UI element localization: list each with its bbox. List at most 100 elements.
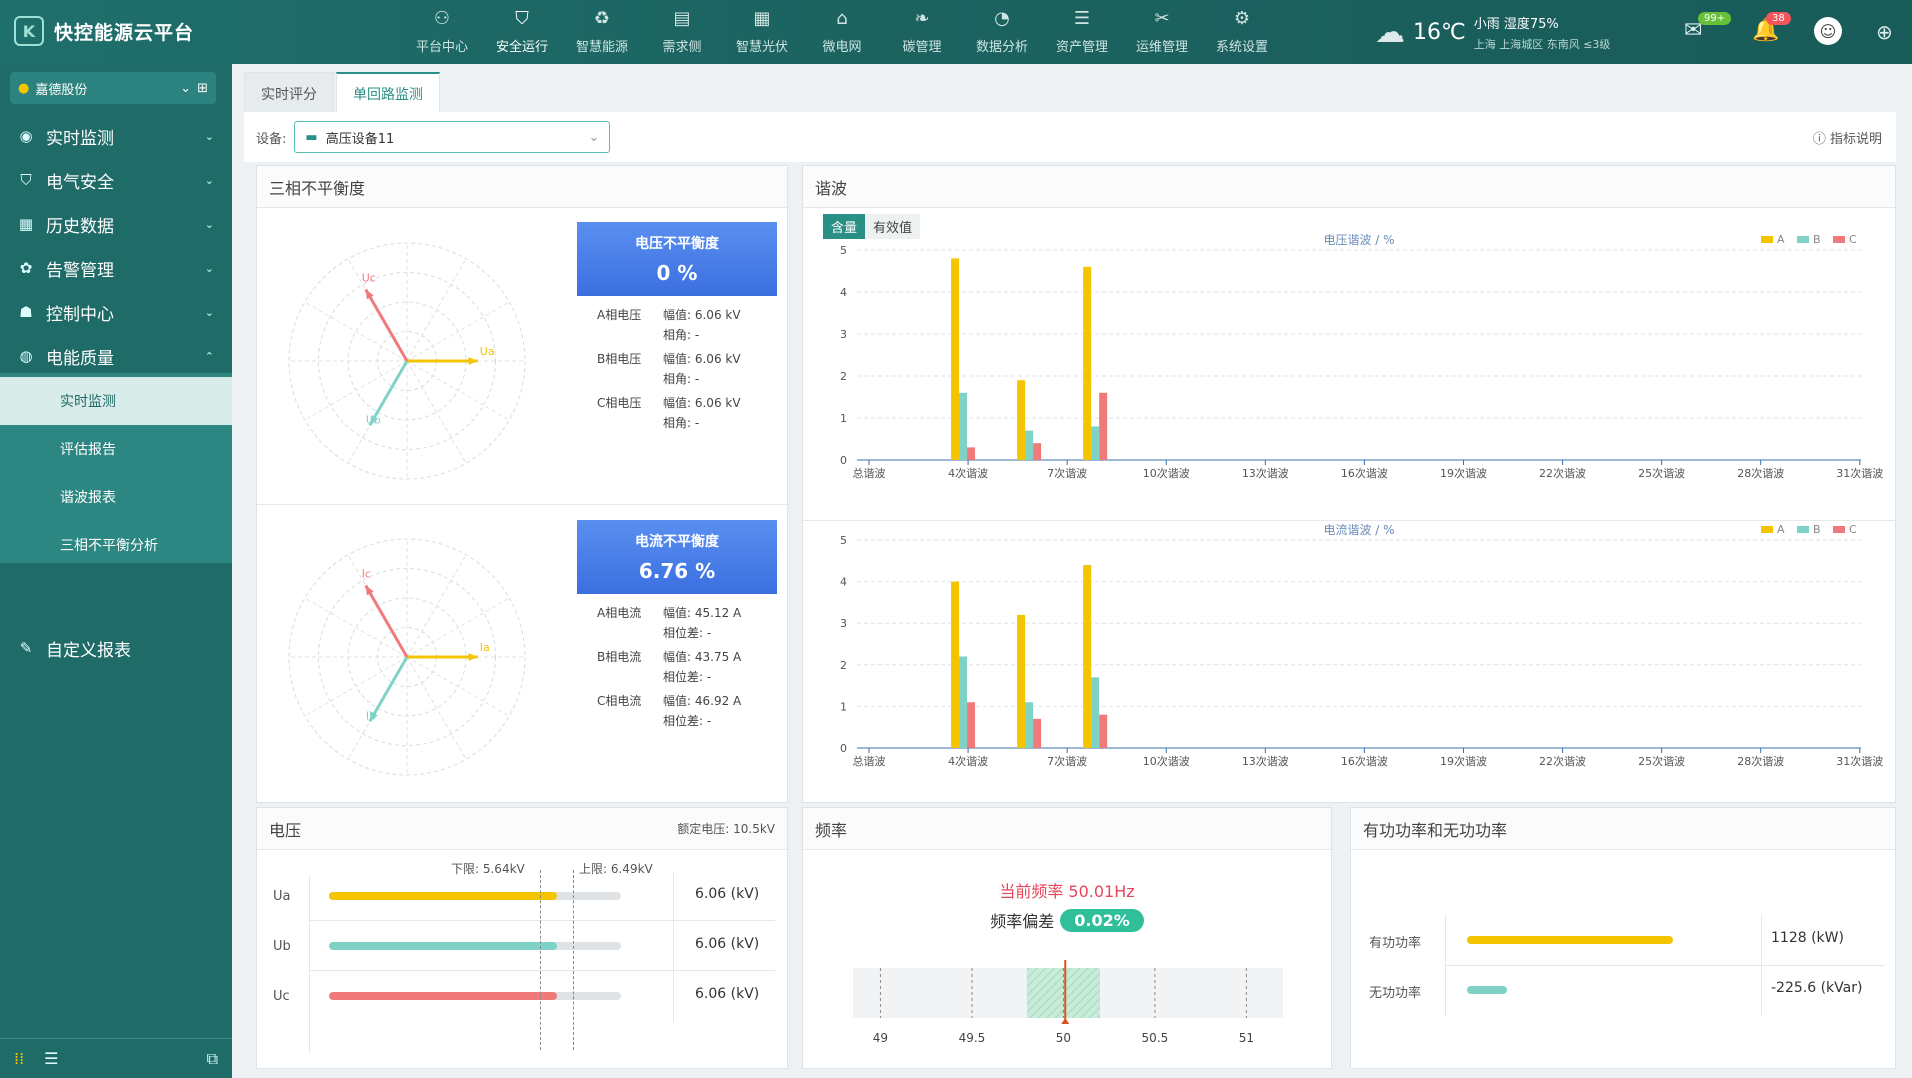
sidebar-item-2[interactable]: ▦ 历史数据 ⌄ [0, 202, 232, 246]
top-bar: K 快控能源云平台 ⚇ 平台中心 ⛉ 安全运行 ♻ 智慧能源 ▤ 需求侧 ▦ 智慧光伏 ⌂ 微电网 ❧ 碳… [0, 0, 1912, 64]
bar-B [959, 656, 968, 748]
nav-item-6[interactable]: ❧ 碳管理 [882, 0, 962, 64]
app-logo[interactable]: K 快控能源云平台 [14, 16, 194, 46]
nav-item-7[interactable]: ◔ 数据分析 [962, 0, 1042, 64]
menu-icon: ▦ [18, 215, 34, 233]
sidebar-subitem-0[interactable]: 实时监测 [0, 377, 232, 425]
current-unbalance-box: 电流不平衡度 6.76 % [577, 520, 777, 594]
legend-swatch [1833, 236, 1845, 243]
sidebar-item-custom-report[interactable]: ✎ 自定义报表 [0, 626, 232, 670]
legend-label: B [1813, 524, 1821, 536]
nav-label: 碳管理 [902, 39, 942, 55]
nav-item-9[interactable]: ✂ 运维管理 [1122, 0, 1202, 64]
y-tick-label: 1 [840, 412, 847, 425]
x-tick-label: 22次谐波 [1539, 466, 1586, 480]
sidebar-item-label: 告警管理 [46, 260, 114, 281]
tab-circuit-monitor[interactable]: 单回路监测 [336, 72, 440, 114]
y-tick-label: 0 [840, 454, 847, 467]
panel-title: 三相不平衡度 [257, 166, 787, 208]
mail-button[interactable]: ✉ 99+ [1684, 12, 1732, 43]
grid-spoke [406, 656, 510, 717]
grid-icon[interactable]: ⊞ [197, 81, 208, 96]
current-unbalance-value: 6.76 % [638, 559, 716, 583]
voltage-phasor-diagram: Ua Ub Uc [288, 242, 526, 480]
deviation-value: 0.02% [1060, 908, 1144, 932]
bar-A [1083, 266, 1092, 460]
phase-name: A相电流 [597, 606, 642, 620]
sidebar-item-label: 电气安全 [46, 172, 114, 193]
weather-widget: ☁ 16℃ 小雨 湿度75% 上海 上海城区 东南风 ≤3级 [1375, 10, 1610, 54]
voltage-row: Uc [273, 972, 290, 1020]
nav-item-8[interactable]: ☰ 资产管理 [1042, 0, 1122, 64]
y-tick-label: 2 [840, 370, 847, 383]
scale-tick-label: 50 [1056, 1031, 1071, 1045]
scale-tick-label: 49.5 [959, 1031, 986, 1045]
nav-item-2[interactable]: ♻ 智慧能源 [562, 0, 642, 64]
device-label: 设备: [256, 131, 287, 147]
power-value: 1128 (kW) [1771, 930, 1844, 946]
sidebar-subitem-3[interactable]: 三相不平衡分析 [0, 521, 232, 569]
voltage-panel: 电压 额定电压: 10.5kV 下限: 5.64kV 上限: 6.49kV Ua… [256, 807, 788, 1069]
nav-label: 系统设置 [1215, 39, 1268, 55]
nav-icon: ❧ [914, 7, 930, 29]
voltage-value: 6.06 (kV) [695, 886, 760, 902]
panel-title: 谐波 [803, 166, 1895, 208]
bar-A [951, 258, 960, 460]
window-icon[interactable]: ⧉ [207, 1049, 218, 1069]
sidebar-footer: ⁞⁞ ☰ ⧉ [0, 1038, 232, 1078]
grid-spoke [406, 360, 510, 421]
bar-B [1025, 702, 1034, 748]
grid-spoke [406, 258, 467, 362]
phase-name: Ua [273, 888, 291, 904]
legend-label: A [1777, 234, 1785, 246]
menu-icon: ☗ [19, 303, 33, 321]
device-select[interactable]: ▬ 高压设备11 ⌄ [294, 121, 611, 153]
menu-toggle-icon[interactable]: ☰ [44, 1049, 58, 1068]
row-divider [1445, 965, 1885, 966]
legend-label: C [1849, 234, 1857, 246]
nav-icon: ▦ [753, 7, 771, 29]
tab-realtime-score[interactable]: 实时评分 [244, 72, 334, 114]
sidebar-item-3[interactable]: ✿ 告警管理 ⌄ [0, 246, 232, 290]
chevron-icon: ⌄ [204, 261, 214, 275]
power-name: 有功功率 [1369, 936, 1422, 951]
phasor-label: Ub [366, 413, 381, 426]
sidebar-item-0[interactable]: ◉ 实时监测 ⌄ [0, 114, 232, 158]
phasor-label: Ua [480, 345, 495, 358]
sidebar-subitem-2[interactable]: 谐波报表 [0, 473, 232, 521]
x-tick-label: 16次谐波 [1341, 754, 1388, 768]
nav-icon: ⌂ [836, 7, 848, 29]
current-phasor-diagram: Ia Ib Ic [288, 538, 526, 776]
current-frequency: 当前频率 50.01Hz [999, 882, 1135, 901]
harmonic-panel: 谐波 含量 有效值 电压谐波 / % 0 1 2 3 4 5 总谐波 4次谐波 7次谐波 10次谐波… [802, 165, 1897, 803]
org-selector[interactable]: ● 嘉德股份 ⌄ ⊞ [10, 72, 216, 104]
avatar[interactable]: ☺ [1814, 17, 1842, 45]
phase-angle: 相位差: - [663, 626, 712, 640]
sidebar-item-4[interactable]: ☗ 控制中心 ⌄ [0, 290, 232, 334]
column-divider [1761, 965, 1762, 1015]
menu-icon: ◍ [19, 347, 33, 365]
sidebar-subitem-1[interactable]: 评估报告 [0, 425, 232, 473]
notification-badge: 38 [1766, 12, 1791, 25]
nav-item-5[interactable]: ⌂ 微电网 [802, 0, 882, 64]
nav-icon: ▤ [673, 7, 691, 29]
nav-item-10[interactable]: ⚙ 系统设置 [1202, 0, 1282, 64]
indicator-help-link[interactable]: ⓘ 指标说明 [1813, 128, 1882, 147]
nav-item-3[interactable]: ▤ 需求侧 [642, 0, 722, 64]
sidebar-item-1[interactable]: ⛉ 电气安全 ⌄ [0, 158, 232, 202]
language-button[interactable]: ⊕ [1876, 20, 1893, 44]
nav-item-0[interactable]: ⚇ 平台中心 [402, 0, 482, 64]
nav-item-1[interactable]: ⛉ 安全运行 [482, 0, 562, 64]
sidebar-item-5[interactable]: ◍ 电能质量 ⌃ [0, 334, 232, 378]
notification-button[interactable]: 🔔 38 [1752, 12, 1791, 43]
apps-icon[interactable]: ⁞⁞ [14, 1049, 24, 1068]
row-divider [309, 970, 775, 971]
phase-row: C相电压 幅值: 6.06 kV [597, 394, 741, 411]
chevron-icon: ⌃ [204, 349, 214, 363]
voltage-unbalance-box: 电压不平衡度 0 % [577, 222, 777, 296]
nav-item-4[interactable]: ▦ 智慧光伏 [722, 0, 802, 64]
grid-spoke [406, 554, 467, 658]
bar-A [1017, 380, 1026, 460]
panel-title: 频率 [803, 808, 1331, 850]
chevron-icon: ⌄ [204, 173, 214, 187]
